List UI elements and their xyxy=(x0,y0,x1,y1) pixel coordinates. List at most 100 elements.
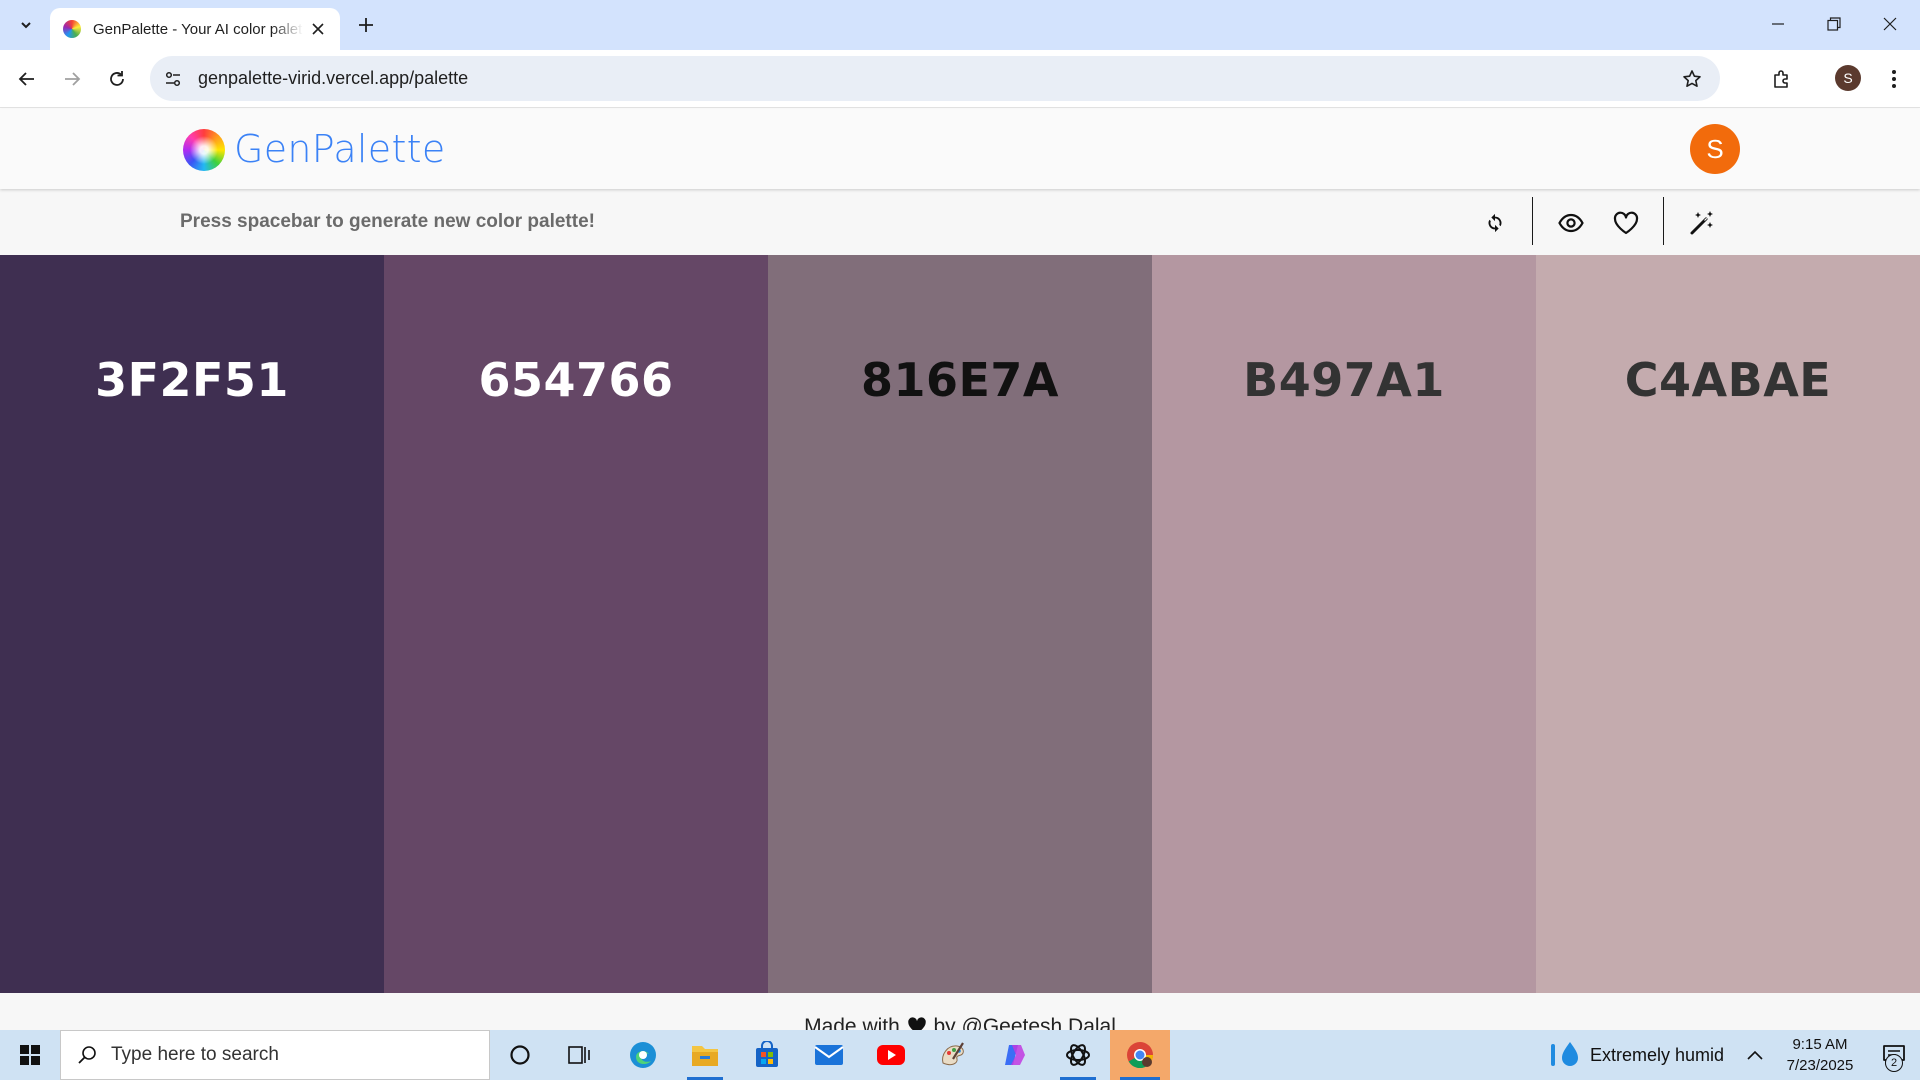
clock-date: 7/23/2025 xyxy=(1786,1057,1854,1074)
browser-tab-strip: GenPalette - Your AI color palette gener… xyxy=(0,0,1920,50)
notification-count-badge: 2 xyxy=(1885,1054,1903,1072)
close-icon xyxy=(1883,17,1897,31)
color-swatch[interactable]: 654766 xyxy=(384,255,768,993)
color-palette: 3F2F51 654766 816E7A B497A1 C4ABAE xyxy=(0,255,1920,993)
page-footer: Made with by @Geetesh Dalal xyxy=(0,993,1920,1030)
site-info-button[interactable] xyxy=(154,60,192,98)
chatgpt-taskbar-icon[interactable] xyxy=(1050,1030,1106,1080)
start-button[interactable] xyxy=(0,1030,60,1080)
restore-icon xyxy=(1827,17,1841,31)
hex-code[interactable]: 654766 xyxy=(384,353,768,407)
browser-menu-button[interactable] xyxy=(1876,61,1912,97)
extensions-button[interactable] xyxy=(1764,61,1800,97)
arrow-right-icon xyxy=(65,72,81,86)
forward-button[interactable] xyxy=(54,61,90,97)
tab-search-button[interactable] xyxy=(10,9,42,41)
windows-taskbar: Type here to search Extremely humid 9:15… xyxy=(0,1030,1920,1080)
url-text: genpalette-virid.vercel.app/palette xyxy=(198,68,469,88)
arrow-left-icon xyxy=(18,72,34,86)
chevron-up-icon xyxy=(1747,1050,1763,1060)
close-tab-button[interactable] xyxy=(308,19,328,39)
paint-taskbar-icon[interactable] xyxy=(925,1030,981,1080)
color-swatch[interactable]: B497A1 xyxy=(1152,255,1536,993)
restore-button[interactable] xyxy=(1806,0,1862,48)
browser-toolbar: genpalette-virid.vercel.app/palette S xyxy=(0,50,1920,108)
paint-palette-icon xyxy=(942,1042,964,1066)
system-clock[interactable]: 9:15 AM 7/23/2025 xyxy=(1772,1034,1868,1076)
bookmark-button[interactable] xyxy=(1678,65,1706,93)
save-favorite-button[interactable] xyxy=(1608,205,1644,241)
clock-time: 9:15 AM xyxy=(1792,1036,1848,1053)
footer-credit: Made with by @Geetesh Dalal xyxy=(0,1015,1920,1030)
chrome-icon xyxy=(1127,1042,1154,1069)
hex-code[interactable]: 816E7A xyxy=(768,353,1152,407)
show-hidden-icons-button[interactable] xyxy=(1742,1030,1768,1080)
user-avatar[interactable]: S xyxy=(1690,124,1740,174)
weather-widget[interactable]: Extremely humid xyxy=(1550,1030,1724,1080)
copilot-taskbar-icon[interactable] xyxy=(987,1030,1043,1080)
chrome-taskbar-icon[interactable] xyxy=(1110,1030,1170,1080)
spacebar-hint: Press spacebar to generate new color pal… xyxy=(180,211,595,232)
browser-tab[interactable]: GenPalette - Your AI color palette gener… xyxy=(50,8,340,50)
favicon-icon xyxy=(63,20,81,38)
color-swatch[interactable]: 3F2F51 xyxy=(0,255,384,993)
new-tab-button[interactable] xyxy=(350,9,382,41)
edge-taskbar-icon[interactable] xyxy=(615,1030,671,1080)
color-swatch[interactable]: 816E7A xyxy=(768,255,1152,993)
minimize-button[interactable] xyxy=(1750,0,1806,48)
edge-icon xyxy=(630,1042,656,1068)
search-placeholder: Type here to search xyxy=(111,1044,279,1065)
reload-button[interactable] xyxy=(99,61,135,97)
palette-toolbar: Press spacebar to generate new color pal… xyxy=(0,189,1920,255)
app-header: GenPalette S xyxy=(0,109,1920,189)
file-explorer-taskbar-icon[interactable] xyxy=(677,1030,733,1080)
reload-icon xyxy=(110,71,124,86)
chatgpt-icon xyxy=(1066,1044,1090,1066)
heart-icon xyxy=(907,1017,926,1030)
puzzle-icon xyxy=(1774,70,1788,88)
minimize-icon xyxy=(1772,23,1784,25)
address-bar[interactable]: genpalette-virid.vercel.app/palette xyxy=(150,56,1720,101)
plus-icon xyxy=(359,18,373,32)
back-button[interactable] xyxy=(9,61,45,97)
heart-icon xyxy=(1613,211,1639,235)
tune-icon xyxy=(165,71,181,86)
footer-prefix: Made with xyxy=(804,1015,900,1030)
preview-button[interactable] xyxy=(1553,205,1589,241)
refresh-icon xyxy=(1488,213,1502,233)
toolbar-divider xyxy=(1663,197,1664,245)
hex-code[interactable]: 3F2F51 xyxy=(0,353,384,407)
mail-icon xyxy=(814,1045,844,1065)
youtube-taskbar-icon[interactable] xyxy=(863,1030,919,1080)
folder-icon xyxy=(692,1046,718,1066)
store-taskbar-icon[interactable] xyxy=(739,1030,795,1080)
logo-icon xyxy=(183,129,225,171)
copilot-icon xyxy=(1005,1045,1025,1065)
hex-code[interactable]: B497A1 xyxy=(1152,353,1536,407)
star-icon xyxy=(1683,70,1701,87)
toolbar-divider xyxy=(1532,197,1533,245)
search-icon xyxy=(78,1046,96,1064)
browser-profile-avatar[interactable]: S xyxy=(1835,65,1861,91)
close-icon xyxy=(312,23,324,35)
store-icon xyxy=(756,1041,778,1067)
weather-text: Extremely humid xyxy=(1590,1044,1725,1065)
logo-text[interactable]: GenPalette xyxy=(234,127,446,171)
taskbar-search[interactable]: Type here to search xyxy=(60,1030,490,1080)
color-swatch[interactable]: C4ABAE xyxy=(1536,255,1920,993)
regenerate-button[interactable] xyxy=(1477,205,1513,241)
youtube-icon xyxy=(877,1045,905,1065)
task-view-icon xyxy=(568,1046,590,1064)
tab-title: GenPalette - Your AI color palette gener… xyxy=(93,20,303,38)
magic-wand-icon xyxy=(1690,211,1713,235)
task-view-button[interactable] xyxy=(552,1030,608,1080)
chevron-down-icon xyxy=(21,22,31,29)
close-window-button[interactable] xyxy=(1862,0,1918,48)
cortana-button[interactable] xyxy=(492,1030,548,1080)
windows-logo-icon xyxy=(20,1045,40,1065)
mail-taskbar-icon[interactable] xyxy=(801,1030,857,1080)
ai-generate-button[interactable] xyxy=(1684,205,1720,241)
humidity-icon xyxy=(1551,1042,1578,1066)
hex-code[interactable]: C4ABAE xyxy=(1536,353,1920,407)
footer-author[interactable]: by @Geetesh Dalal xyxy=(933,1015,1115,1030)
